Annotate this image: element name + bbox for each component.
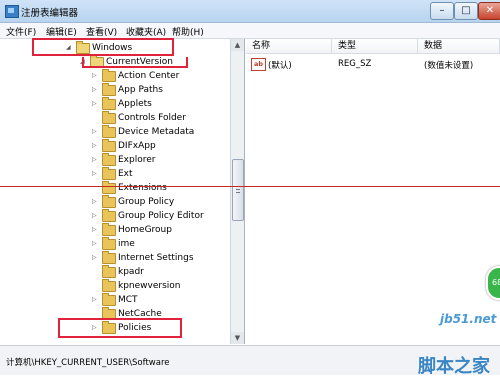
watermark-brand: 脚本之家 <box>418 356 490 377</box>
tree-item-label: Device Metadata <box>118 127 195 137</box>
value-type: REG_SZ <box>338 59 372 69</box>
expand-arrow-icon <box>92 265 100 279</box>
value-data: (数值未设置) <box>424 61 474 71</box>
folder-icon <box>102 83 116 96</box>
folder-icon <box>102 97 116 110</box>
tree-item-label: Applets <box>118 99 152 109</box>
expand-arrow-icon[interactable]: ▷ <box>92 125 100 139</box>
expand-arrow-icon[interactable]: ▷ <box>92 195 100 209</box>
menu-edit[interactable]: 编辑(E) <box>46 25 77 38</box>
scrollbar-thumb[interactable] <box>232 159 244 221</box>
expand-arrow-icon <box>92 181 100 195</box>
folder-icon <box>102 69 116 82</box>
folder-icon <box>102 153 116 166</box>
expand-arrow-icon[interactable]: ▷ <box>92 251 100 265</box>
tree-item-label: DIFxApp <box>118 141 156 151</box>
annotation-line <box>0 186 500 187</box>
folder-icon <box>102 293 116 306</box>
tree-item-label: Extensions <box>118 183 167 193</box>
folder-icon <box>102 265 116 278</box>
string-value-icon: ab <box>251 58 266 71</box>
tree-item-label: Explorer <box>118 155 156 165</box>
expand-arrow-icon <box>92 111 100 125</box>
menu-help[interactable]: 帮助(H) <box>172 25 204 38</box>
tree-item-label: kpadr <box>118 267 144 277</box>
tree-item-label: Internet Settings <box>118 253 194 263</box>
folder-icon <box>102 209 116 222</box>
scroll-down-arrow-icon[interactable]: ▼ <box>231 332 244 344</box>
values-pane[interactable]: 名称 类型 数据 ab (默认) REG_SZ (数值未设置) <box>246 39 500 344</box>
folder-icon <box>102 195 116 208</box>
tree-item-label: Ext <box>118 169 133 179</box>
expand-arrow-icon[interactable]: ▷ <box>92 293 100 307</box>
tree-item-label: App Paths <box>118 85 163 95</box>
title-bar: 注册表编辑器 – □ ✕ <box>0 0 500 23</box>
expand-arrow-icon[interactable]: ▷ <box>92 83 100 97</box>
expand-arrow-icon[interactable]: ▷ <box>92 97 100 111</box>
tree-item-label: kpnewversion <box>118 281 181 291</box>
green-badge: 68 <box>486 266 500 300</box>
expand-arrow-icon[interactable]: ▷ <box>92 153 100 167</box>
tree-item-label: Controls Folder <box>118 113 186 123</box>
registry-tree[interactable]: ◢ Windows ◢ CurrentVersion ▷ Action Cent… <box>0 39 245 344</box>
minimize-button[interactable]: – <box>430 2 454 20</box>
regedit-app-icon <box>5 5 19 18</box>
close-button[interactable]: ✕ <box>478 2 500 20</box>
expand-arrow-icon <box>92 279 100 293</box>
expand-arrow-icon[interactable]: ▷ <box>92 223 100 237</box>
expand-arrow-icon[interactable]: ▷ <box>92 237 100 251</box>
folder-icon <box>102 167 116 180</box>
column-header-type[interactable]: 类型 <box>332 39 418 54</box>
value-name: (默认) <box>268 61 292 71</box>
status-path: 计算机\HKEY_CURRENT_USER\Software <box>6 358 170 368</box>
menu-bar: 文件(F) 编辑(E) 查看(V) 收藏夹(A) 帮助(H) <box>0 23 500 39</box>
tree-item-label: Group Policy Editor <box>118 211 204 221</box>
folder-icon <box>102 181 116 194</box>
folder-icon <box>102 237 116 250</box>
highlight-box-policies <box>58 318 182 338</box>
watermark-site: jb51.net <box>440 312 497 326</box>
menu-view[interactable]: 查看(V) <box>86 25 117 38</box>
tree-item-label: HomeGroup <box>118 225 172 235</box>
tree-scrollbar[interactable]: ▲ ▼ <box>230 39 244 344</box>
maximize-button[interactable]: □ <box>454 2 478 20</box>
highlight-box-currentversion <box>82 57 188 68</box>
menu-file[interactable]: 文件(F) <box>6 25 36 38</box>
expand-arrow-icon[interactable]: ▷ <box>92 69 100 83</box>
folder-icon <box>102 279 116 292</box>
highlight-box-windows <box>32 38 174 56</box>
grip-line <box>236 189 240 190</box>
expand-arrow-icon[interactable]: ▷ <box>92 209 100 223</box>
menu-favorites[interactable]: 收藏夹(A) <box>126 25 166 38</box>
folder-icon <box>102 251 116 264</box>
folder-icon <box>102 111 116 124</box>
tree-item-label: MCT <box>118 295 138 305</box>
scroll-up-arrow-icon[interactable]: ▲ <box>231 39 244 51</box>
column-header-data[interactable]: 数据 <box>418 39 500 54</box>
tree-item-label: ime <box>118 239 135 249</box>
expand-arrow-icon[interactable]: ▷ <box>92 139 100 153</box>
tree-item-label: Group Policy <box>118 197 175 207</box>
folder-icon <box>102 139 116 152</box>
column-header-name[interactable]: 名称 <box>246 39 332 54</box>
window-title: 注册表编辑器 <box>21 8 79 19</box>
expand-arrow-icon[interactable]: ▷ <box>92 167 100 181</box>
folder-icon <box>102 223 116 236</box>
grip-line <box>236 192 240 193</box>
tree-item-label: Action Center <box>118 71 180 81</box>
folder-icon <box>102 125 116 138</box>
